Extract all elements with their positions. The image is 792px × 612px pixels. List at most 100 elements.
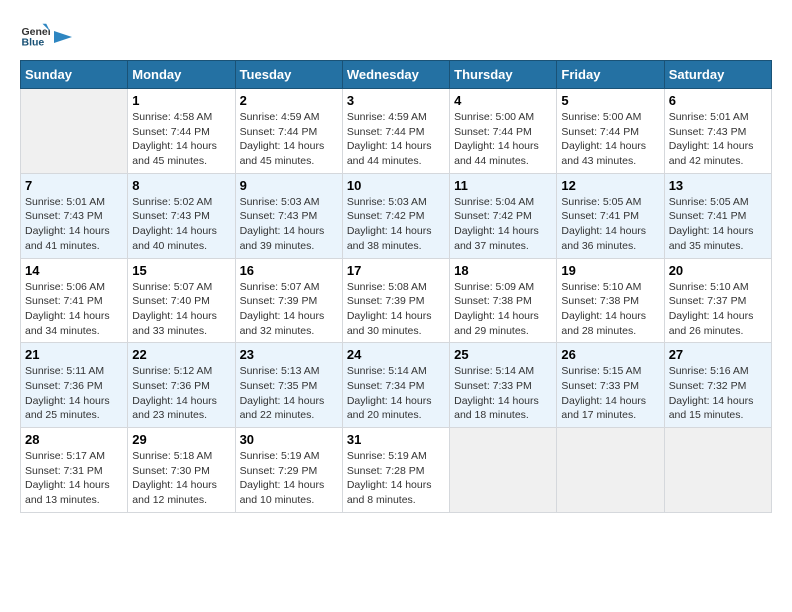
day-number: 31 xyxy=(347,432,445,447)
day-number: 3 xyxy=(347,93,445,108)
table-row: 29 Sunrise: 5:18 AM Sunset: 7:30 PM Dayli… xyxy=(128,428,235,513)
table-row: 22 Sunrise: 5:12 AM Sunset: 7:36 PM Dayli… xyxy=(128,343,235,428)
day-info: Sunrise: 4:58 AM Sunset: 7:44 PM Dayligh… xyxy=(132,110,230,169)
table-row: 12 Sunrise: 5:05 AM Sunset: 7:41 PM Dayli… xyxy=(557,173,664,258)
table-row: 10Sunrise: 5:03 AM Sunset: 7:42 PM Dayli… xyxy=(342,173,449,258)
day-number: 5 xyxy=(561,93,659,108)
day-number: 20 xyxy=(669,263,767,278)
day-number: 23 xyxy=(240,347,338,362)
day-number: 27 xyxy=(669,347,767,362)
table-row xyxy=(557,428,664,513)
table-row: 6 Sunrise: 5:01 AM Sunset: 7:43 PM Daylig… xyxy=(664,89,771,174)
table-row: 3 Sunrise: 4:59 AM Sunset: 7:44 PM Daylig… xyxy=(342,89,449,174)
table-row: 8 Sunrise: 5:02 AM Sunset: 7:43 PM Daylig… xyxy=(128,173,235,258)
day-number: 30 xyxy=(240,432,338,447)
day-info: Sunrise: 5:01 AM Sunset: 7:43 PM Dayligh… xyxy=(25,195,123,254)
day-number: 12 xyxy=(561,178,659,193)
day-number: 7 xyxy=(25,178,123,193)
day-info: Sunrise: 5:09 AM Sunset: 7:38 PM Dayligh… xyxy=(454,280,552,339)
day-info: Sunrise: 5:11 AM Sunset: 7:36 PM Dayligh… xyxy=(25,364,123,423)
day-number: 16 xyxy=(240,263,338,278)
day-number: 15 xyxy=(132,263,230,278)
day-info: Sunrise: 5:08 AM Sunset: 7:39 PM Dayligh… xyxy=(347,280,445,339)
day-number: 19 xyxy=(561,263,659,278)
table-row: 21 Sunrise: 5:11 AM Sunset: 7:36 PM Dayli… xyxy=(21,343,128,428)
table-row: 25 Sunrise: 5:14 AM Sunset: 7:33 PM Dayli… xyxy=(450,343,557,428)
day-number: 9 xyxy=(240,178,338,193)
day-info: Sunrise: 5:10 AM Sunset: 7:38 PM Dayligh… xyxy=(561,280,659,339)
day-header-tuesday: Tuesday xyxy=(235,61,342,89)
table-row: 26 Sunrise: 5:15 AM Sunset: 7:33 PM Dayli… xyxy=(557,343,664,428)
day-info: Sunrise: 5:14 AM Sunset: 7:33 PM Dayligh… xyxy=(454,364,552,423)
day-number: 29 xyxy=(132,432,230,447)
day-info: Sunrise: 5:07 AM Sunset: 7:39 PM Dayligh… xyxy=(240,280,338,339)
day-info: Sunrise: 5:16 AM Sunset: 7:32 PM Dayligh… xyxy=(669,364,767,423)
day-number: 2 xyxy=(240,93,338,108)
day-number: 11 xyxy=(454,178,552,193)
table-row: 18 Sunrise: 5:09 AM Sunset: 7:38 PM Dayli… xyxy=(450,258,557,343)
day-info: Sunrise: 5:14 AM Sunset: 7:34 PM Dayligh… xyxy=(347,364,445,423)
day-info: Sunrise: 4:59 AM Sunset: 7:44 PM Dayligh… xyxy=(347,110,445,169)
day-number: 1 xyxy=(132,93,230,108)
day-number: 6 xyxy=(669,93,767,108)
day-info: Sunrise: 5:07 AM Sunset: 7:40 PM Dayligh… xyxy=(132,280,230,339)
day-number: 4 xyxy=(454,93,552,108)
table-row: 14Sunrise: 5:06 AM Sunset: 7:41 PM Dayli… xyxy=(21,258,128,343)
day-info: Sunrise: 5:13 AM Sunset: 7:35 PM Dayligh… xyxy=(240,364,338,423)
day-info: Sunrise: 5:00 AM Sunset: 7:44 PM Dayligh… xyxy=(454,110,552,169)
logo-icon: General Blue xyxy=(20,20,50,50)
table-row xyxy=(450,428,557,513)
table-row: 2Sunrise: 4:59 AM Sunset: 7:44 PM Daylig… xyxy=(235,89,342,174)
table-row: 30 Sunrise: 5:19 AM Sunset: 7:29 PM Dayli… xyxy=(235,428,342,513)
logo-arrow-icon xyxy=(54,27,72,47)
day-number: 13 xyxy=(669,178,767,193)
day-header-saturday: Saturday xyxy=(664,61,771,89)
day-info: Sunrise: 5:02 AM Sunset: 7:43 PM Dayligh… xyxy=(132,195,230,254)
day-info: Sunrise: 5:03 AM Sunset: 7:43 PM Dayligh… xyxy=(240,195,338,254)
table-row: 31 Sunrise: 5:19 AM Sunset: 7:28 PM Dayli… xyxy=(342,428,449,513)
header: General Blue xyxy=(20,20,772,50)
day-header-wednesday: Wednesday xyxy=(342,61,449,89)
day-info: Sunrise: 5:12 AM Sunset: 7:36 PM Dayligh… xyxy=(132,364,230,423)
day-info: Sunrise: 5:05 AM Sunset: 7:41 PM Dayligh… xyxy=(561,195,659,254)
table-row: 27 Sunrise: 5:16 AM Sunset: 7:32 PM Dayli… xyxy=(664,343,771,428)
day-number: 21 xyxy=(25,347,123,362)
day-header-thursday: Thursday xyxy=(450,61,557,89)
table-row: 5 Sunrise: 5:00 AM Sunset: 7:44 PM Daylig… xyxy=(557,89,664,174)
day-number: 28 xyxy=(25,432,123,447)
day-info: Sunrise: 5:05 AM Sunset: 7:41 PM Dayligh… xyxy=(669,195,767,254)
table-row: 23 Sunrise: 5:13 AM Sunset: 7:35 PM Dayli… xyxy=(235,343,342,428)
table-row: 28 Sunrise: 5:17 AM Sunset: 7:31 PM Dayli… xyxy=(21,428,128,513)
day-info: Sunrise: 5:15 AM Sunset: 7:33 PM Dayligh… xyxy=(561,364,659,423)
day-info: Sunrise: 5:04 AM Sunset: 7:42 PM Dayligh… xyxy=(454,195,552,254)
svg-text:Blue: Blue xyxy=(22,37,45,49)
day-number: 18 xyxy=(454,263,552,278)
table-row: 17 Sunrise: 5:08 AM Sunset: 7:39 PM Dayli… xyxy=(342,258,449,343)
day-info: Sunrise: 5:19 AM Sunset: 7:28 PM Dayligh… xyxy=(347,449,445,508)
table-row: 11 Sunrise: 5:04 AM Sunset: 7:42 PM Dayli… xyxy=(450,173,557,258)
day-number: 10 xyxy=(347,178,445,193)
table-row: 15 Sunrise: 5:07 AM Sunset: 7:40 PM Dayli… xyxy=(128,258,235,343)
day-number: 17 xyxy=(347,263,445,278)
day-info: Sunrise: 5:06 AM Sunset: 7:41 PM Dayligh… xyxy=(25,280,123,339)
table-row: 24 Sunrise: 5:14 AM Sunset: 7:34 PM Dayli… xyxy=(342,343,449,428)
table-row xyxy=(664,428,771,513)
day-info: Sunrise: 5:10 AM Sunset: 7:37 PM Dayligh… xyxy=(669,280,767,339)
table-row: 7 Sunrise: 5:01 AM Sunset: 7:43 PM Daylig… xyxy=(21,173,128,258)
day-header-sunday: Sunday xyxy=(21,61,128,89)
day-info: Sunrise: 5:17 AM Sunset: 7:31 PM Dayligh… xyxy=(25,449,123,508)
day-info: Sunrise: 5:01 AM Sunset: 7:43 PM Dayligh… xyxy=(669,110,767,169)
day-number: 24 xyxy=(347,347,445,362)
day-number: 26 xyxy=(561,347,659,362)
day-number: 8 xyxy=(132,178,230,193)
table-row: 4 Sunrise: 5:00 AM Sunset: 7:44 PM Daylig… xyxy=(450,89,557,174)
table-row xyxy=(21,89,128,174)
day-number: 25 xyxy=(454,347,552,362)
day-number: 22 xyxy=(132,347,230,362)
day-info: Sunrise: 5:00 AM Sunset: 7:44 PM Dayligh… xyxy=(561,110,659,169)
day-header-friday: Friday xyxy=(557,61,664,89)
day-header-monday: Monday xyxy=(128,61,235,89)
table-row: 9 Sunrise: 5:03 AM Sunset: 7:43 PM Daylig… xyxy=(235,173,342,258)
day-info: Sunrise: 5:18 AM Sunset: 7:30 PM Dayligh… xyxy=(132,449,230,508)
day-info: Sunrise: 5:19 AM Sunset: 7:29 PM Dayligh… xyxy=(240,449,338,508)
